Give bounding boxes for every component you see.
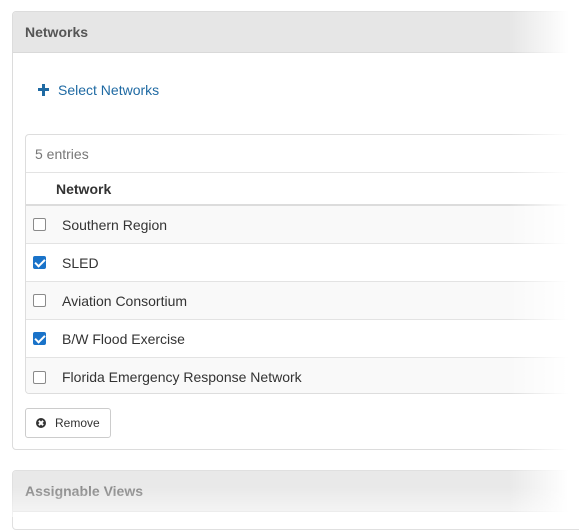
times-circle-icon: [36, 418, 46, 428]
plus-icon: [38, 84, 50, 96]
row-checkbox[interactable]: [33, 218, 46, 231]
select-networks-link[interactable]: Select Networks: [38, 82, 159, 98]
table-row[interactable]: B/W Flood Exercise: [26, 320, 579, 358]
row-checkbox[interactable]: [33, 332, 46, 345]
networks-panel-title: Networks: [25, 24, 89, 40]
table-row[interactable]: Southern Region: [26, 206, 579, 244]
row-network-name: Florida Emergency Response Network: [62, 369, 302, 385]
networks-table: 5 entries Network Southern Region SLED A…: [25, 134, 579, 394]
select-networks-label: Select Networks: [58, 82, 160, 98]
column-header-network[interactable]: Network: [26, 173, 579, 206]
table-row[interactable]: SLED: [26, 244, 579, 282]
entries-count: 5 entries: [26, 135, 579, 173]
row-checkbox[interactable]: [33, 370, 46, 384]
networks-panel-header: Networks: [13, 12, 579, 53]
row-network-name: Aviation Consortium: [62, 292, 188, 309]
row-network-name: SLED: [62, 254, 99, 271]
remove-button[interactable]: Remove: [25, 408, 111, 438]
table-row[interactable]: Aviation Consortium: [26, 282, 579, 320]
row-checkbox[interactable]: [33, 256, 46, 269]
row-network-name: Southern Region: [62, 216, 168, 233]
networks-panel: Networks Select Networks 5 entries Netwo…: [12, 11, 579, 450]
remove-button-label: Remove: [55, 416, 100, 430]
assignable-views-panel: Assignable Views: [12, 470, 579, 530]
row-network-name: B/W Flood Exercise: [62, 330, 185, 347]
row-checkbox[interactable]: [33, 294, 46, 307]
table-row[interactable]: Florida Emergency Response Network: [26, 358, 579, 393]
column-header-label: Network: [56, 180, 112, 197]
assignable-views-header[interactable]: Assignable Views: [13, 471, 579, 512]
assignable-views-title: Assignable Views: [25, 483, 144, 499]
